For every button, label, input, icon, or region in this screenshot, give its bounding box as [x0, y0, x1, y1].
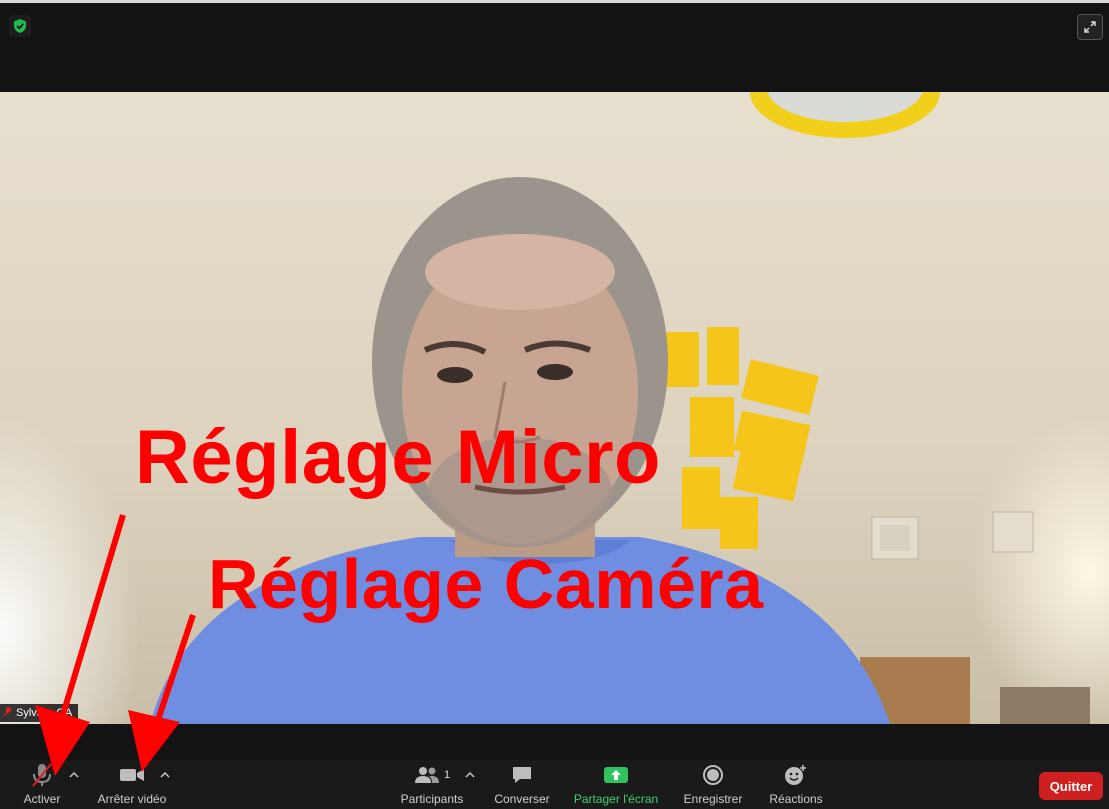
annotation-arrows: [35, 514, 196, 776]
arrow-to-camera: [128, 614, 196, 772]
arrow-to-microphone: [35, 514, 126, 776]
